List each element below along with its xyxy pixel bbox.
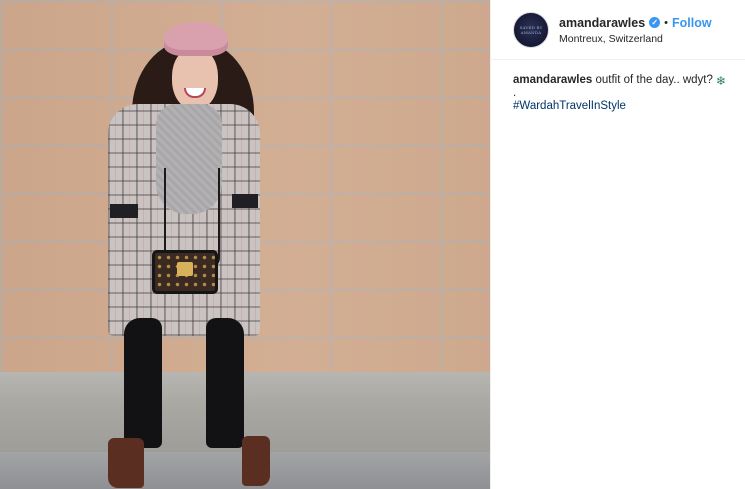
- boot-right: [242, 436, 270, 486]
- post-caption: amandarawles outfit of the day.. wdyt? ❄ …: [513, 72, 743, 114]
- separator-dot: •: [664, 16, 669, 29]
- caption-dot: .: [513, 87, 517, 99]
- caption-username-link[interactable]: amandarawles: [513, 74, 592, 86]
- location-link[interactable]: Montreux, Switzerland: [559, 33, 712, 45]
- avatar-logo-text: SAVED BY AMANDA: [519, 24, 543, 35]
- avatar[interactable]: SAVED BY AMANDA: [513, 11, 549, 48]
- hashtag-link[interactable]: #WardahTravelInStyle: [513, 100, 626, 112]
- follow-button[interactable]: Follow: [672, 16, 712, 30]
- post-photo[interactable]: [0, 0, 490, 489]
- caption-text: outfit of the day.. wdyt?: [595, 74, 713, 86]
- pink-cap: [164, 22, 228, 56]
- verified-badge-icon: ✓: [649, 17, 661, 28]
- snowflake-icon: ❄: [715, 74, 726, 88]
- username-link[interactable]: amandarawles: [559, 16, 645, 30]
- post-side-panel: SAVED BY AMANDA amandarawles ✓ • Follow …: [490, 0, 745, 489]
- header-info: amandarawles ✓ • Follow Montreux, Switze…: [559, 14, 712, 46]
- post-header: SAVED BY AMANDA amandarawles ✓ • Follow …: [491, 0, 745, 60]
- boot-left: [108, 438, 144, 488]
- person-figure: [100, 18, 270, 489]
